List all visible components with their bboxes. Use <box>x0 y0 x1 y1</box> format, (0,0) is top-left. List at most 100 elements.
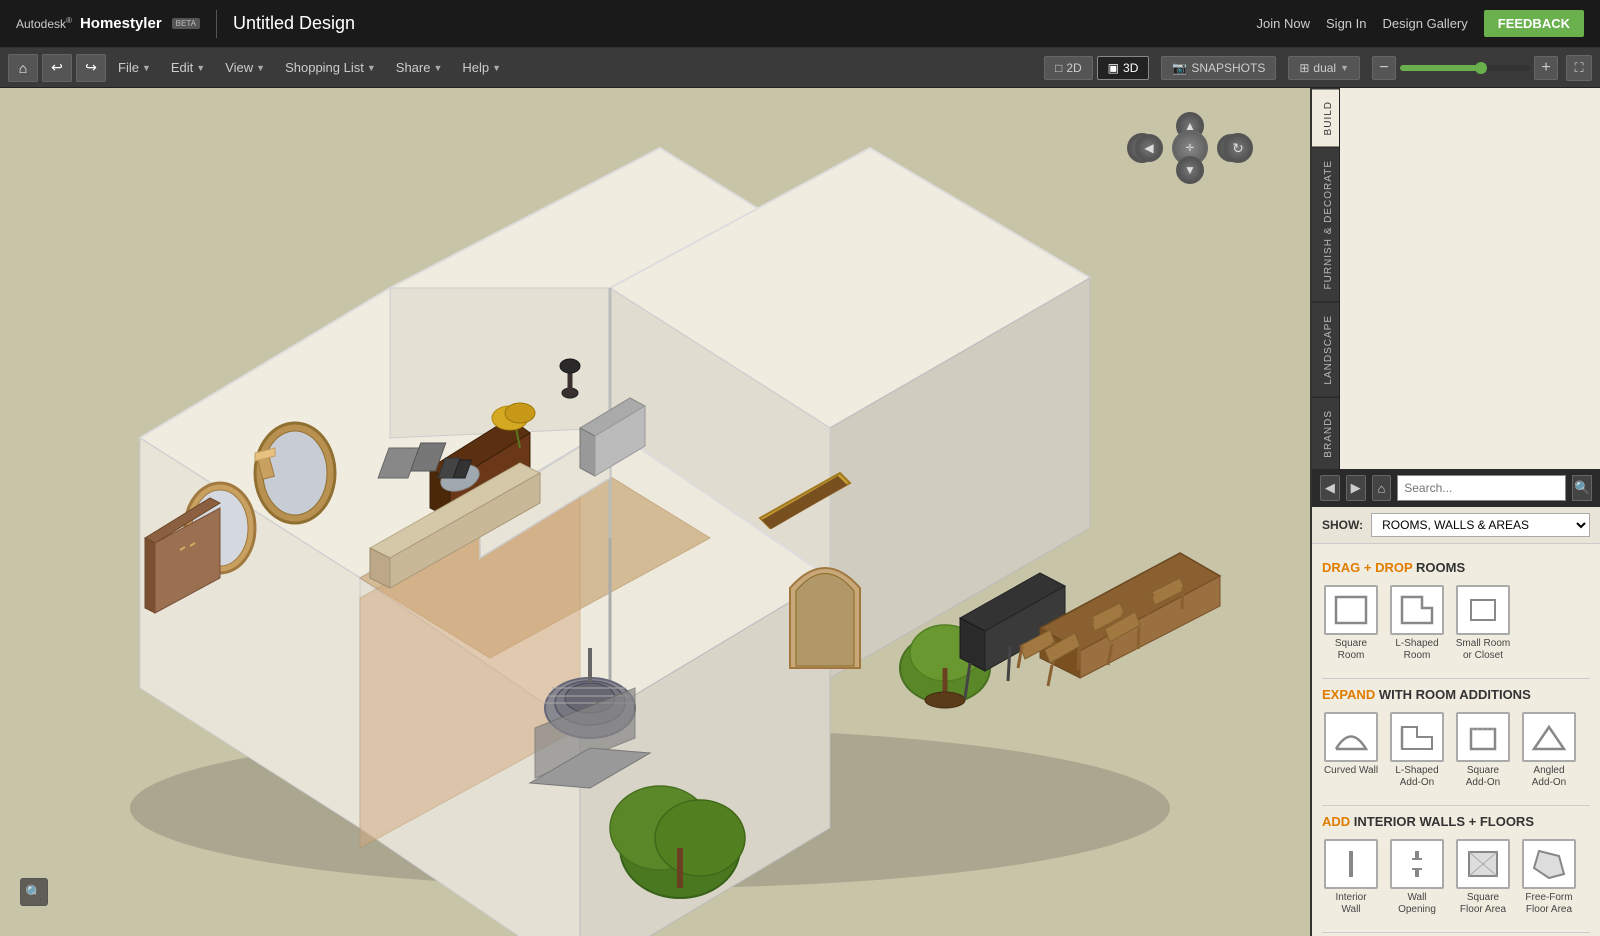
home-button[interactable]: ⌂ <box>8 54 38 82</box>
help-menu[interactable]: Help ▼ <box>454 56 509 79</box>
edit-menu[interactable]: Edit ▼ <box>163 56 213 79</box>
wall-opening-item[interactable]: WallOpening <box>1388 839 1446 916</box>
square-add-on-item[interactable]: SquareAdd-On <box>1454 712 1512 789</box>
view-toggle-group: □ 2D ▣ 3D <box>1044 56 1149 80</box>
share-label: Share <box>396 60 431 75</box>
top-bar: Autodesk® Homestyler BETA Untitled Desig… <box>0 0 1600 48</box>
sign-in-link[interactable]: Sign In <box>1326 16 1366 31</box>
free-form-floor-label: Free-FormFloor Area <box>1525 892 1572 916</box>
drag-drop-rooms-header: DRAG + DROP ROOMS <box>1322 560 1590 575</box>
build-tab[interactable]: BUILD <box>1312 88 1339 147</box>
sidebar-back-button[interactable]: ◀ <box>1320 475 1340 501</box>
square-add-on-label: SquareAdd-On <box>1466 765 1500 789</box>
show-label: SHOW: <box>1322 518 1363 532</box>
angled-add-on-thumb <box>1522 712 1576 762</box>
small-room-item[interactable]: Small Roomor Closet <box>1454 585 1512 662</box>
l-shaped-add-on-item[interactable]: L-ShapedAdd-On <box>1388 712 1446 789</box>
house-scene-svg <box>0 88 1310 936</box>
angled-add-on-label: AngledAdd-On <box>1532 765 1566 789</box>
view-3d-button[interactable]: ▣ 3D <box>1097 56 1150 80</box>
show-row: SHOW: ROOMS, WALLS & AREAS FURNITURE ALL <box>1312 507 1600 544</box>
view-2d-button[interactable]: □ 2D <box>1044 56 1093 80</box>
redo-button[interactable]: ↪ <box>76 54 106 82</box>
snapshots-button[interactable]: 📷 SNAPSHOTS <box>1161 56 1276 80</box>
nav-left-button[interactable]: ◀ <box>1135 134 1163 162</box>
view-2d-label: 2D <box>1066 61 1081 75</box>
feedback-button[interactable]: FEEDBACK <box>1484 10 1584 37</box>
angled-add-on-item[interactable]: AngledAdd-On <box>1520 712 1578 789</box>
furnish-decorate-tab[interactable]: FURNISH & DECORATE <box>1312 147 1339 302</box>
view-menu[interactable]: View ▼ <box>217 56 273 79</box>
additions-grid: Curved Wall L-ShapedAdd-On <box>1322 712 1590 789</box>
curved-wall-label: Curved Wall <box>1324 765 1378 777</box>
design-gallery-link[interactable]: Design Gallery <box>1383 16 1468 31</box>
landscape-tab[interactable]: LANDSCAPE <box>1312 302 1339 397</box>
view-2d-icon: □ <box>1055 61 1062 75</box>
zoom-slider-track <box>1400 65 1530 71</box>
free-form-floor-item[interactable]: Free-FormFloor Area <box>1520 839 1578 916</box>
center-crosshair: ✛ <box>1186 143 1194 154</box>
expand-highlight: EXPAND <box>1322 687 1375 702</box>
square-floor-item[interactable]: SquareFloor Area <box>1454 839 1512 916</box>
viewport[interactable]: ↺ ▲ ◀ ✛ ▶ ▼ ↻ <box>0 88 1310 936</box>
brands-tab[interactable]: BRANDS <box>1312 397 1339 470</box>
file-label: File <box>118 60 139 75</box>
share-menu[interactable]: Share ▼ <box>388 56 451 79</box>
help-arrow: ▼ <box>492 63 501 73</box>
dual-label: dual <box>1313 61 1336 75</box>
show-dropdown[interactable]: ROOMS, WALLS & AREAS FURNITURE ALL <box>1371 513 1590 537</box>
sidebar-home-button[interactable]: ⌂ <box>1372 475 1392 501</box>
sidebar-tabs-strip: BUILD FURNISH & DECORATE LANDSCAPE BRAND… <box>1312 88 1340 469</box>
wall-opening-label: WallOpening <box>1398 892 1436 916</box>
sidebar-search-input[interactable] <box>1397 475 1566 501</box>
snapshots-label: SNAPSHOTS <box>1191 61 1265 75</box>
file-arrow: ▼ <box>142 63 151 73</box>
rotate-right-button[interactable]: ↻ <box>1223 133 1253 163</box>
shopping-list-menu[interactable]: Shopping List ▼ <box>277 56 384 79</box>
design-title: Untitled Design <box>233 13 355 34</box>
interior-wall-item[interactable]: InteriorWall <box>1322 839 1380 916</box>
nav-ring: ↺ ▲ ◀ ✛ ▶ ▼ ↻ <box>1135 112 1245 184</box>
shopping-list-label: Shopping List <box>285 60 364 75</box>
sidebar-top-controls: ◀ ▶ ⌂ 🔍 <box>1312 469 1600 507</box>
viewport-search-button[interactable]: 🔍 <box>20 878 48 906</box>
curved-wall-item[interactable]: Curved Wall <box>1322 712 1380 789</box>
help-label: Help <box>462 60 489 75</box>
navigation-controls: ↺ ▲ ◀ ✛ ▶ ▼ ↻ <box>1130 108 1250 188</box>
autodesk-logo-text: Autodesk® <box>16 16 72 31</box>
square-room-item[interactable]: SquareRoom <box>1322 585 1380 662</box>
logo-area: Autodesk® Homestyler BETA <box>16 15 200 32</box>
sidebar-content-area: DRAG + DROP ROOMS SquareRoom <box>1312 544 1600 936</box>
nav-down-button[interactable]: ▼ <box>1176 156 1204 184</box>
file-menu[interactable]: File ▼ <box>110 56 159 79</box>
drag-drop-highlight: DRAG + DROP <box>1322 560 1412 575</box>
small-room-thumb <box>1456 585 1510 635</box>
view-arrow: ▼ <box>256 63 265 73</box>
sidebar-forward-button[interactable]: ▶ <box>1346 475 1366 501</box>
dual-button[interactable]: ⊞ dual ▼ <box>1288 56 1360 80</box>
free-form-floor-thumb <box>1522 839 1576 889</box>
zoom-out-button[interactable]: − <box>1372 56 1396 80</box>
zoom-controls: − + <box>1372 56 1558 80</box>
dual-arrow: ▼ <box>1340 63 1349 73</box>
sidebar-search-button[interactable]: 🔍 <box>1572 475 1592 501</box>
walls-floors-grid: InteriorWall WallOpening <box>1322 839 1590 916</box>
square-room-thumb <box>1324 585 1378 635</box>
interior-walls-header: ADD INTERIOR WALLS + FLOORS <box>1322 814 1590 829</box>
top-right-nav: Join Now Sign In Design Gallery FEEDBACK <box>1257 10 1584 37</box>
menu-bar: ⌂ ↩ ↪ File ▼ Edit ▼ View ▼ Shopping List… <box>0 48 1600 88</box>
square-add-on-thumb <box>1456 712 1510 762</box>
zoom-slider-thumb[interactable] <box>1475 62 1487 74</box>
add-highlight: ADD <box>1322 814 1350 829</box>
zoom-in-button[interactable]: + <box>1534 56 1558 80</box>
undo-button[interactable]: ↩ <box>42 54 72 82</box>
view-3d-label: 3D <box>1123 61 1138 75</box>
join-now-link[interactable]: Join Now <box>1257 16 1310 31</box>
l-shaped-room-item[interactable]: L-ShapedRoom <box>1388 585 1446 662</box>
fullscreen-button[interactable]: ⛶ <box>1566 55 1592 81</box>
l-shaped-room-label: L-ShapedRoom <box>1395 638 1438 662</box>
main-content: ↺ ▲ ◀ ✛ ▶ ▼ ↻ <box>0 88 1600 936</box>
shopping-list-arrow: ▼ <box>367 63 376 73</box>
expand-normal: WITH ROOM ADDITIONS <box>1379 687 1531 702</box>
drag-drop-normal: ROOMS <box>1416 560 1465 575</box>
